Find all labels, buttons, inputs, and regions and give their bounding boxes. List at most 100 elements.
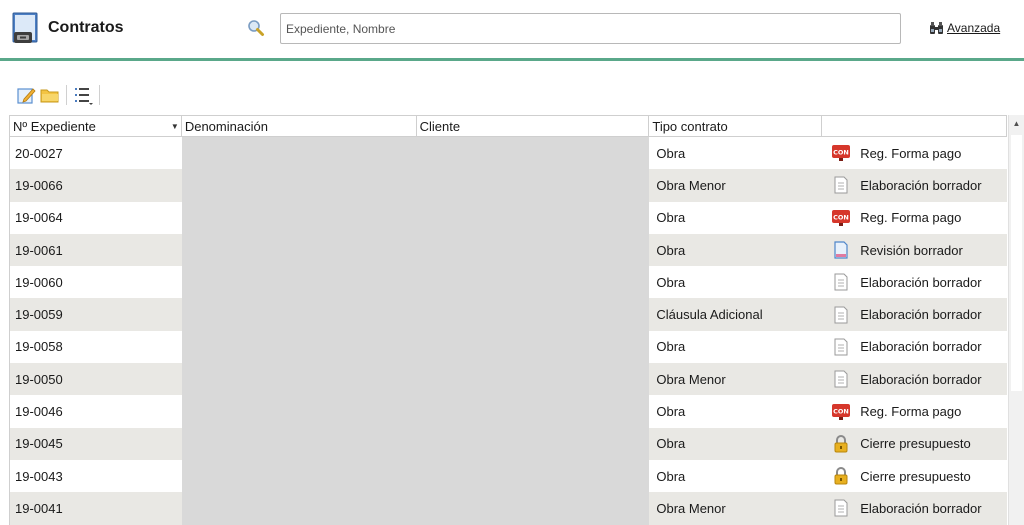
document-icon bbox=[831, 499, 851, 517]
cell-cliente-redacted bbox=[416, 459, 650, 493]
cell-expediente: 19-0064 bbox=[15, 210, 63, 226]
svg-text:CON: CON bbox=[833, 213, 849, 221]
cell-estado-label: Revisión borrador bbox=[860, 242, 963, 258]
grid-header: Nº Expediente ▼ Denominación Cliente Tip… bbox=[10, 115, 1007, 137]
cell-tipo-contrato: Obra bbox=[656, 210, 686, 226]
cell-expediente: 19-0059 bbox=[15, 307, 63, 323]
cell-expediente: 19-0066 bbox=[15, 177, 63, 193]
cell-denominacion-redacted bbox=[181, 427, 417, 460]
column-header-denominacion[interactable]: Denominación bbox=[182, 116, 417, 136]
cell-estado-label: Elaboración borrador bbox=[860, 274, 982, 290]
column-header-estado[interactable] bbox=[822, 116, 1007, 136]
header-divider bbox=[0, 58, 1024, 61]
cell-expediente: 19-0061 bbox=[15, 242, 63, 258]
table-row[interactable]: 19-0060 Obra Elaboración borrador bbox=[10, 266, 1007, 299]
cell-estado: CON Reg. Forma pago bbox=[822, 137, 1007, 169]
cell-expediente: 19-0045 bbox=[15, 436, 63, 452]
open-folder-button[interactable] bbox=[38, 83, 62, 107]
advanced-search-label[interactable]: Avanzada bbox=[947, 21, 1000, 35]
cell-estado: Cierre presupuesto bbox=[822, 460, 1007, 492]
cell-estado: Cierre presupuesto bbox=[822, 428, 1007, 460]
list-options-icon bbox=[75, 88, 93, 105]
cell-tipo-contrato: Obra bbox=[656, 404, 686, 420]
cell-estado-label: Elaboración borrador bbox=[860, 500, 982, 516]
cell-estado: Elaboración borrador bbox=[822, 266, 1007, 298]
con-icon: CON bbox=[831, 209, 851, 227]
cell-tipo-contrato: Obra Menor bbox=[656, 177, 726, 193]
edit-button[interactable] bbox=[14, 83, 38, 107]
table-row[interactable]: 19-0043 Obra Cierre presupuesto bbox=[10, 459, 1007, 493]
cell-estado-label: Cierre presupuesto bbox=[860, 436, 971, 452]
lock-icon bbox=[831, 434, 851, 453]
cell-estado: Elaboración borrador bbox=[822, 363, 1007, 395]
table-row[interactable]: 19-0066 Obra Menor Elaboración borrador bbox=[10, 169, 1007, 202]
app-header: Contratos Avanzada bbox=[0, 0, 1024, 60]
cell-expediente: 19-0046 bbox=[15, 404, 63, 420]
sort-down-icon[interactable]: ▼ bbox=[171, 122, 179, 131]
cell-expediente: 20-0027 bbox=[15, 145, 63, 161]
cell-estado-label: Elaboración borrador bbox=[860, 339, 982, 355]
lock-icon bbox=[831, 467, 851, 485]
table-row[interactable]: 19-0041 Obra Menor Elaboración borrador bbox=[10, 492, 1007, 525]
column-header-expediente[interactable]: Nº Expediente ▼ bbox=[10, 116, 182, 136]
cell-denominacion-redacted bbox=[181, 363, 417, 396]
cell-estado: Elaboración borrador bbox=[822, 492, 1007, 524]
cell-tipo-contrato: Obra bbox=[656, 468, 686, 484]
table-row[interactable]: 19-0059 Cláusula Adicional Elaboración bor… bbox=[10, 298, 1007, 331]
cell-cliente-redacted bbox=[416, 266, 650, 299]
advanced-search-link[interactable]: Avanzada bbox=[929, 21, 1000, 35]
cell-cliente-redacted bbox=[416, 363, 650, 396]
document-icon bbox=[831, 370, 851, 388]
cell-tipo-contrato: Obra bbox=[656, 242, 686, 258]
cell-estado-label: Reg. Forma pago bbox=[860, 404, 962, 420]
cell-tipo-contrato: Obra Menor bbox=[656, 500, 726, 516]
cell-estado: CON Reg. Forma pago bbox=[822, 202, 1007, 234]
cell-expediente: 19-0050 bbox=[15, 371, 63, 387]
cell-denominacion-redacted bbox=[181, 169, 417, 202]
cell-estado: Elaboración borrador bbox=[822, 169, 1007, 201]
document-icon bbox=[831, 338, 851, 356]
table-row[interactable]: 19-0058 Obra Elaboración borrador bbox=[10, 330, 1007, 364]
cell-cliente-redacted bbox=[416, 298, 650, 331]
binoculars-icon bbox=[929, 21, 944, 35]
page-title: Contratos bbox=[48, 19, 124, 36]
cell-expediente: 19-0043 bbox=[15, 468, 63, 484]
cell-estado: Revisión borrador bbox=[822, 234, 1007, 266]
table-row[interactable]: 19-0064 Obra CON Reg. Forma pago bbox=[10, 201, 1007, 234]
cell-estado-label: Reg. Forma pago bbox=[860, 145, 962, 161]
cell-estado-label: Reg. Forma pago bbox=[860, 210, 962, 226]
document-icon bbox=[831, 306, 851, 324]
table-row[interactable]: 20-0027 Obra CON Reg. Forma pago bbox=[10, 137, 1007, 170]
scrollbar-thumb[interactable] bbox=[1011, 135, 1022, 391]
cell-denominacion-redacted bbox=[181, 201, 417, 234]
cell-denominacion-redacted bbox=[181, 298, 417, 331]
cell-denominacion-redacted bbox=[181, 330, 417, 364]
table-row[interactable]: 19-0046 Obra CON Reg. Forma pago bbox=[10, 395, 1007, 428]
cell-expediente: 19-0060 bbox=[15, 274, 63, 290]
contracts-app-icon bbox=[11, 12, 41, 44]
cell-denominacion-redacted bbox=[181, 266, 417, 299]
svg-text:CON: CON bbox=[833, 149, 849, 157]
edit-icon bbox=[17, 88, 36, 104]
column-header-cliente[interactable]: Cliente bbox=[417, 116, 650, 136]
con-icon: CON bbox=[831, 144, 851, 162]
table-row[interactable]: 19-0050 Obra Menor Elaboración borrador bbox=[10, 363, 1007, 396]
cell-denominacion-redacted bbox=[181, 459, 417, 493]
cell-expediente: 19-0058 bbox=[15, 339, 63, 355]
cell-estado-label: Elaboración borrador bbox=[860, 371, 982, 387]
review-document-icon bbox=[831, 241, 851, 259]
vertical-scrollbar[interactable]: ▲ bbox=[1008, 115, 1024, 525]
scroll-up-arrow-icon[interactable]: ▲ bbox=[1009, 115, 1024, 132]
search-icon[interactable] bbox=[247, 19, 265, 37]
table-row[interactable]: 19-0061 Obra Revisión borrador bbox=[10, 233, 1007, 267]
cell-estado: Elaboración borrador bbox=[822, 298, 1007, 330]
search-input[interactable] bbox=[280, 13, 901, 44]
list-options-button[interactable] bbox=[71, 83, 95, 107]
grid-body: 20-0027 Obra CON Reg. Forma pago 19-0066 Obra… bbox=[10, 137, 1007, 525]
column-header-tipo-contrato[interactable]: Tipo contrato bbox=[649, 116, 823, 136]
cell-tipo-contrato: Obra bbox=[656, 436, 686, 452]
cell-tipo-contrato: Obra bbox=[656, 145, 686, 161]
cell-estado: Elaboración borrador bbox=[822, 331, 1007, 363]
table-row[interactable]: 19-0045 Obra Cierre presupuesto bbox=[10, 427, 1007, 460]
cell-cliente-redacted bbox=[416, 233, 650, 267]
